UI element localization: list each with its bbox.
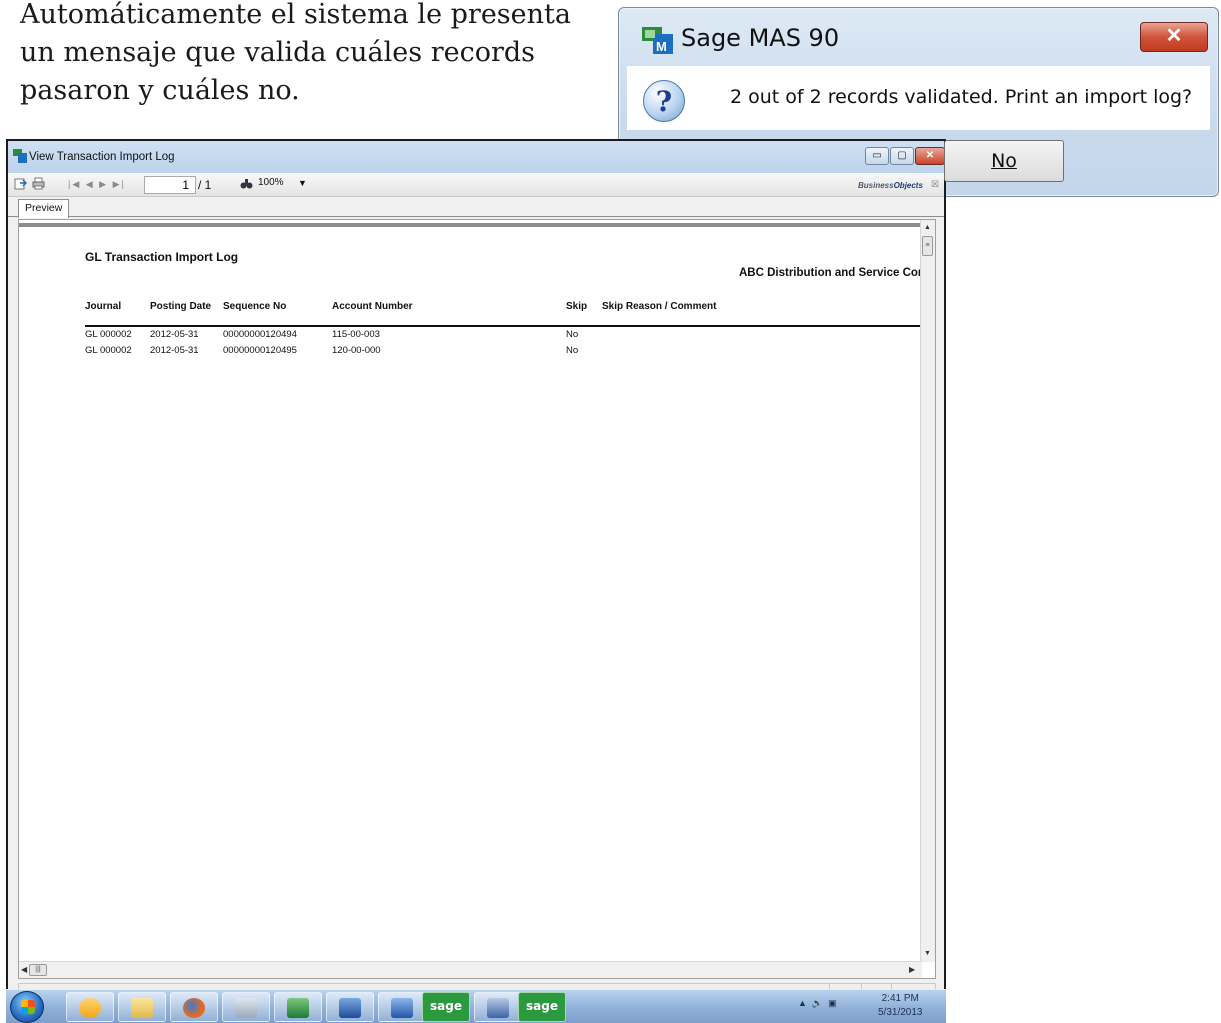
sage-icon: sage — [430, 999, 462, 1013]
minimize-button[interactable]: ▭ — [865, 147, 889, 165]
dialog-message: 2 out of 2 records validated. Print an i… — [730, 86, 1193, 108]
outlook-taskbar-button[interactable] — [66, 992, 114, 1022]
cell-account-number: 120-00-000 — [332, 345, 381, 356]
report-toolbar: |◀ ◀ ▶ ▶| 1 / 1 100% ▼ BusinessObjects ☒ — [8, 173, 944, 197]
clock-date: 5/31/2013 — [878, 1007, 923, 1018]
report-page: GL Transaction Import Log ABC Distributi… — [19, 220, 922, 962]
sage-icon: sage — [526, 999, 558, 1013]
no-button[interactable]: No — [944, 140, 1064, 182]
export-icon[interactable] — [14, 177, 27, 190]
page-number-input[interactable]: 1 — [144, 176, 196, 194]
calculator-icon — [235, 998, 257, 1018]
close-icon[interactable]: ☒ — [931, 179, 939, 190]
calculator-taskbar-button[interactable] — [222, 992, 270, 1022]
company-name: ABC Distribution and Service Corp. — [739, 267, 922, 279]
excel-icon — [287, 998, 309, 1018]
sage-app-icon — [13, 149, 27, 163]
dialog-titlebar[interactable]: M Sage MAS 90 ✕ — [619, 8, 1218, 64]
dialog-close-button[interactable]: ✕ — [1140, 22, 1208, 52]
column-header-sequence-no: Sequence No — [223, 301, 287, 312]
scroll-thumb[interactable]: ≡ — [922, 236, 933, 256]
window-titlebar[interactable]: View Transaction Import Log ▭ ▢ ✕ — [8, 141, 945, 173]
page-total: / 1 — [198, 178, 212, 192]
binoculars-icon[interactable] — [240, 177, 253, 190]
excel-taskbar-button[interactable] — [274, 992, 322, 1022]
network-taskbar-button[interactable] — [326, 992, 374, 1022]
column-header-skip-reason: Skip Reason / Comment — [602, 301, 717, 312]
import-log-window: View Transaction Import Log ▭ ▢ ✕ |◀ ◀ ▶… — [6, 139, 946, 1023]
column-header-posting-date: Posting Date — [150, 301, 212, 312]
system-tray-icons[interactable]: ▲ 🔈 ▣ — [798, 998, 837, 1009]
cell-posting-date: 2012-05-31 — [150, 345, 199, 356]
window-close-button[interactable]: ✕ — [915, 147, 945, 165]
cell-sequence-no: 00000000120494 — [223, 329, 297, 340]
page-navigation-icons[interactable]: |◀ ◀ ▶ ▶| — [68, 179, 126, 190]
report-title: GL Transaction Import Log — [85, 250, 239, 264]
explorer-taskbar-button[interactable] — [118, 992, 166, 1022]
windows-taskbar: sage sage ▲ 🔈 ▣ 2:41 PM 5/31/2013 — [6, 989, 946, 1023]
folder-icon — [131, 998, 153, 1018]
firefox-icon — [183, 998, 205, 1018]
network-icon — [339, 998, 361, 1018]
start-button[interactable] — [10, 991, 44, 1023]
cell-skip: No — [566, 345, 579, 356]
doc-line: un mensaje que valida cuáles records — [20, 37, 536, 68]
svg-text:M: M — [656, 39, 667, 54]
horizontal-scrollbar[interactable]: ◀ ||| ▶ — [19, 961, 922, 978]
windows-logo-icon — [21, 1000, 35, 1014]
sage-app-icon: M — [642, 27, 673, 54]
cell-skip: No — [566, 329, 579, 340]
vertical-scrollbar[interactable]: ▲ ≡ ▼ — [920, 220, 935, 962]
maximize-button[interactable]: ▢ — [890, 147, 914, 165]
scroll-right-icon[interactable]: ▶ — [909, 965, 915, 974]
document-paragraph: Automáticamente el sistema le presenta u… — [20, 0, 600, 110]
column-header-skip: Skip — [566, 301, 588, 312]
sage-taskbar-button[interactable]: sage — [518, 992, 566, 1022]
report-page-edge — [19, 223, 922, 227]
cell-posting-date: 2012-05-31 — [150, 329, 199, 340]
window-title: View Transaction Import Log — [29, 151, 175, 163]
cell-account-number: 115-00-003 — [332, 329, 380, 340]
dialog-body: ? 2 out of 2 records validated. Print an… — [627, 66, 1210, 130]
header-rule — [85, 325, 922, 327]
print-icon[interactable] — [32, 177, 45, 190]
sage-import-taskbar-button[interactable] — [474, 992, 522, 1022]
clock[interactable]: 2:41 PM 5/31/2013 — [878, 992, 923, 1020]
scroll-thumb[interactable]: ||| — [29, 964, 47, 976]
clock-time: 2:41 PM — [881, 993, 919, 1004]
scroll-up-icon[interactable]: ▲ — [924, 224, 931, 231]
import-icon — [487, 998, 509, 1018]
tab-preview[interactable]: Preview — [18, 199, 70, 218]
business-objects-logo: BusinessObjects — [858, 181, 923, 190]
scroll-down-icon[interactable]: ▼ — [924, 950, 931, 957]
doc-line: pasaron y cuáles no. — [20, 75, 300, 106]
cell-sequence-no: 00000000120495 — [223, 345, 297, 356]
question-icon: ? — [643, 80, 685, 122]
column-header-account-number: Account Number — [332, 301, 413, 312]
tab-strip: Preview — [8, 197, 944, 218]
sage-taskbar-button[interactable]: sage — [422, 992, 470, 1022]
dialog-title: Sage MAS 90 — [681, 24, 840, 52]
word-taskbar-button[interactable] — [378, 992, 426, 1022]
doc-line: Automáticamente el sistema le presenta — [20, 0, 571, 30]
chevron-down-icon[interactable]: ▼ — [298, 178, 307, 188]
report-viewer: GL Transaction Import Log ABC Distributi… — [18, 219, 936, 979]
cell-journal: GL 000002 — [85, 345, 132, 356]
column-header-journal: Journal — [85, 301, 122, 312]
scroll-left-icon[interactable]: ◀ — [21, 965, 27, 974]
cell-journal: GL 000002 — [85, 329, 132, 340]
word-icon — [391, 998, 413, 1018]
outlook-icon — [79, 998, 101, 1018]
firefox-taskbar-button[interactable] — [170, 992, 218, 1022]
zoom-select[interactable]: 100% — [258, 177, 284, 188]
